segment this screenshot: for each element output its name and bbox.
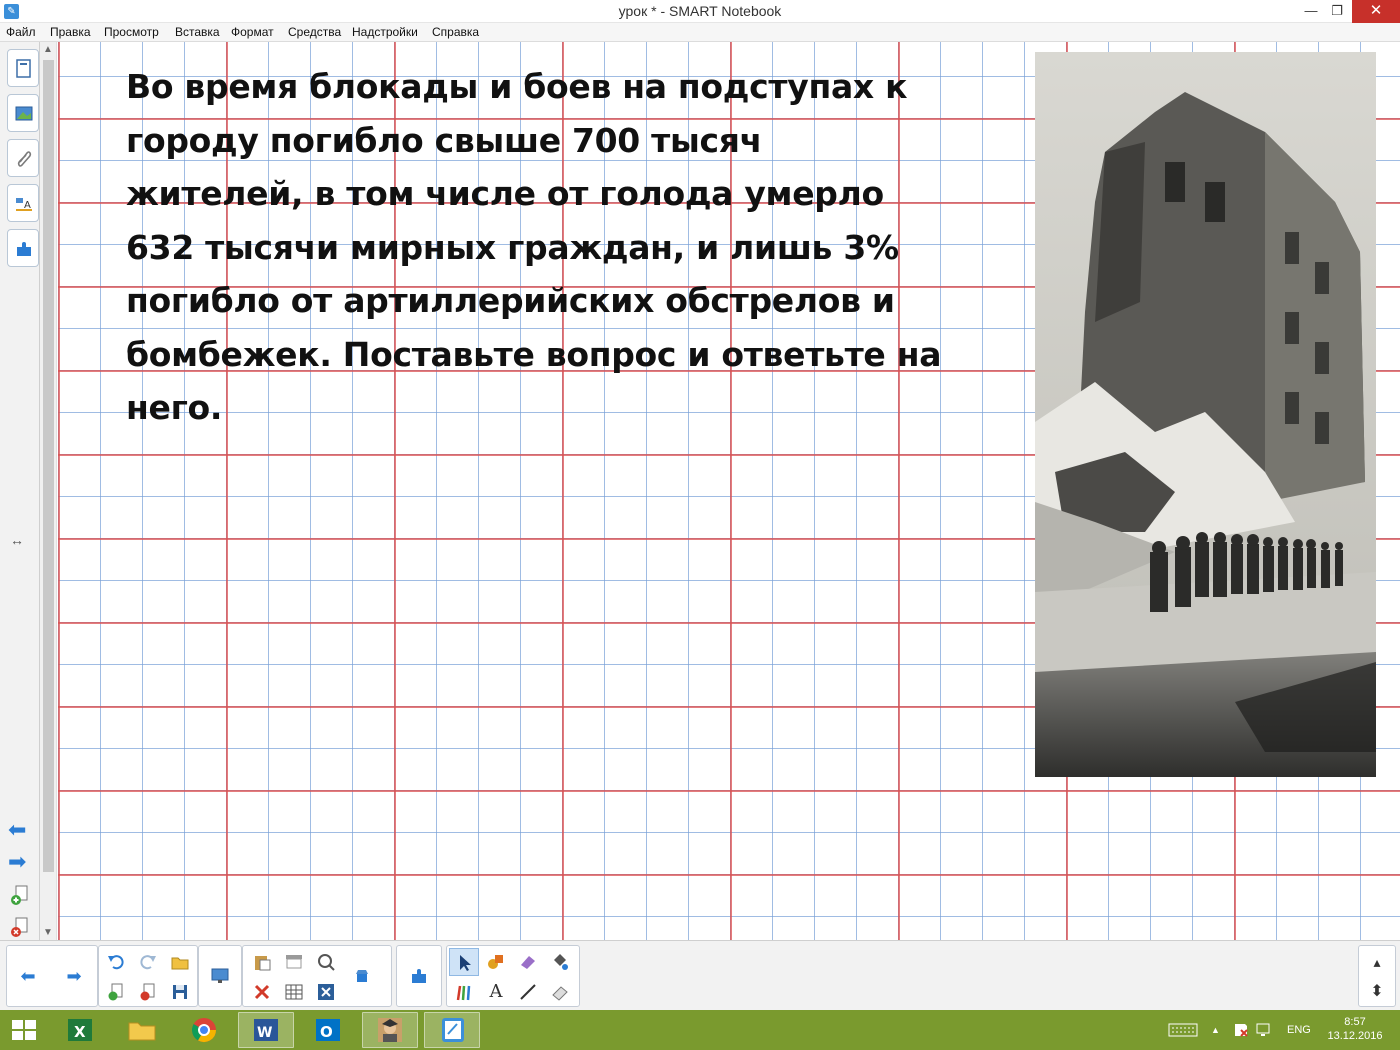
select-icon[interactable] [449, 948, 479, 976]
chrome-icon [191, 1018, 216, 1043]
toolbar-move-icon[interactable]: ⬍ [1362, 978, 1392, 1006]
clock-time: 8:57 [1344, 1016, 1366, 1028]
smart-notebook-taskbar-icon [442, 1018, 464, 1042]
add-page-icon[interactable] [10, 884, 30, 906]
delete-page-icon[interactable] [10, 916, 30, 938]
drawing-tools-group: A [446, 945, 580, 1007]
scroll-thumb[interactable] [43, 60, 54, 872]
clock-date: 13.12.2016 [1327, 1030, 1383, 1042]
add-page-button[interactable] [101, 978, 131, 1006]
slide-text[interactable]: Во время блокады и боев на подступах к г… [126, 60, 946, 435]
redo-icon[interactable] [133, 948, 163, 976]
line-icon[interactable] [513, 978, 543, 1006]
bottom-toolbar: ⬅ ➡ A ▴ ⬍ [0, 940, 1400, 1010]
excel-icon: X [68, 1019, 92, 1041]
clock[interactable]: 8:57 13.12.2016 [1325, 1015, 1385, 1050]
toolbar-collapse-icon[interactable]: ▴ [1362, 948, 1392, 976]
edit-group [98, 945, 198, 1007]
properties-button[interactable] [311, 978, 341, 1006]
resize-handle[interactable]: ↔ [10, 532, 24, 548]
close-button[interactable]: ✕ [1352, 0, 1400, 23]
attachments-tab[interactable] [7, 139, 39, 177]
sidebar: A ↔ ⬅ ➡ [0, 42, 40, 940]
previous-page-button[interactable]: ⬅ [13, 962, 43, 990]
outlook-taskbar-button[interactable]: O [300, 1012, 356, 1048]
menu-edit[interactable]: Правка [50, 25, 91, 39]
delete-page-button[interactable] [133, 978, 163, 1006]
notebook-page[interactable]: Во время блокады и боев на подступах к г… [58, 42, 1400, 940]
addons-tab[interactable] [7, 229, 39, 267]
explorer-taskbar-button[interactable] [114, 1012, 170, 1048]
title-bar: ✎ урок * - SMART Notebook — ❐ ✕ [0, 0, 1400, 23]
word-icon: W [254, 1019, 278, 1041]
menu-bar: Файл Правка Просмотр Вставка Формат Сред… [0, 23, 1400, 42]
scroll-up-icon[interactable]: ▲ [43, 44, 53, 55]
menu-format[interactable]: Формат [231, 25, 274, 39]
chrome-taskbar-button[interactable] [176, 1012, 232, 1048]
word-taskbar-button[interactable]: W [238, 1012, 294, 1048]
display-icon[interactable] [205, 962, 235, 990]
save-icon[interactable] [165, 978, 195, 1006]
outlook-icon: O [316, 1019, 340, 1041]
maximize-button[interactable]: ❐ [1322, 0, 1352, 23]
keyboard-icon[interactable] [1168, 1022, 1198, 1038]
svg-text:X: X [74, 1023, 86, 1041]
text-tool-icon[interactable]: A [481, 978, 511, 1006]
next-page-icon[interactable]: ➡ [8, 851, 26, 873]
fill-icon[interactable] [545, 948, 575, 976]
menu-help[interactable]: Справка [432, 25, 479, 39]
page-sorter-tab[interactable] [7, 49, 39, 87]
menu-insert[interactable]: Вставка [175, 25, 220, 39]
language-indicator[interactable]: ENG [1287, 1023, 1311, 1050]
properties-tab[interactable]: A [7, 184, 39, 222]
open-folder-icon[interactable] [165, 948, 195, 976]
smart-notebook-taskbar-button[interactable] [424, 1012, 480, 1048]
menu-file[interactable]: Файл [6, 25, 36, 39]
explorer-icon [128, 1022, 156, 1041]
tray-expand-icon[interactable]: ▲ [1211, 1023, 1220, 1050]
historical-photo[interactable] [1035, 52, 1376, 777]
addons-group [396, 945, 442, 1007]
menu-tools[interactable]: Средства [288, 25, 341, 39]
ruined-building-photo [1035, 52, 1376, 777]
clear-page-icon[interactable] [347, 962, 377, 990]
nav-group: ⬅ ➡ [6, 945, 98, 1007]
scroll-down-icon[interactable]: ▼ [43, 927, 53, 938]
table-icon[interactable] [279, 978, 309, 1006]
gallery-tab[interactable] [7, 94, 39, 132]
action-center-icon[interactable] [1233, 1022, 1249, 1038]
paste-icon[interactable] [247, 948, 277, 976]
pens-icon[interactable] [449, 978, 479, 1006]
undo-icon[interactable] [101, 948, 131, 976]
svg-text:W: W [257, 1025, 272, 1041]
gallery-icon [15, 106, 33, 121]
eraser-icon[interactable] [513, 948, 543, 976]
delete-icon[interactable] [247, 978, 277, 1006]
page-tools-group [242, 945, 392, 1007]
magic-eraser-icon[interactable] [545, 978, 575, 1006]
properties-icon: A [16, 198, 32, 211]
taskbar: X W O ▲ ENG 8:57 13.12.2016 [0, 1010, 1400, 1050]
next-page-button[interactable]: ➡ [59, 962, 89, 990]
start-icon[interactable] [12, 1019, 36, 1041]
network-icon[interactable] [1256, 1022, 1274, 1038]
capture-icon[interactable] [311, 948, 341, 976]
teacher-icon [378, 1018, 402, 1042]
menu-addons[interactable]: Надстройки [352, 25, 418, 39]
teacher-taskbar-button[interactable] [362, 1012, 418, 1048]
toolbar-toggle-group: ▴ ⬍ [1358, 945, 1396, 1007]
excel-taskbar-button[interactable]: X [52, 1012, 108, 1048]
vertical-scrollbar[interactable]: ▲ ▼ [40, 42, 57, 940]
screen-shade-icon[interactable] [279, 948, 309, 976]
attachments-icon [17, 151, 32, 167]
window-title: урок * - SMART Notebook [618, 3, 782, 19]
svg-text:O: O [320, 1023, 333, 1041]
page-sorter-icon [16, 59, 31, 78]
previous-page-icon[interactable]: ⬅ [8, 819, 26, 841]
addons-icon [17, 242, 31, 256]
addons-button[interactable] [404, 962, 434, 990]
menu-view[interactable]: Просмотр [104, 25, 159, 39]
shapes-icon[interactable] [481, 948, 511, 976]
display-group [198, 945, 242, 1007]
